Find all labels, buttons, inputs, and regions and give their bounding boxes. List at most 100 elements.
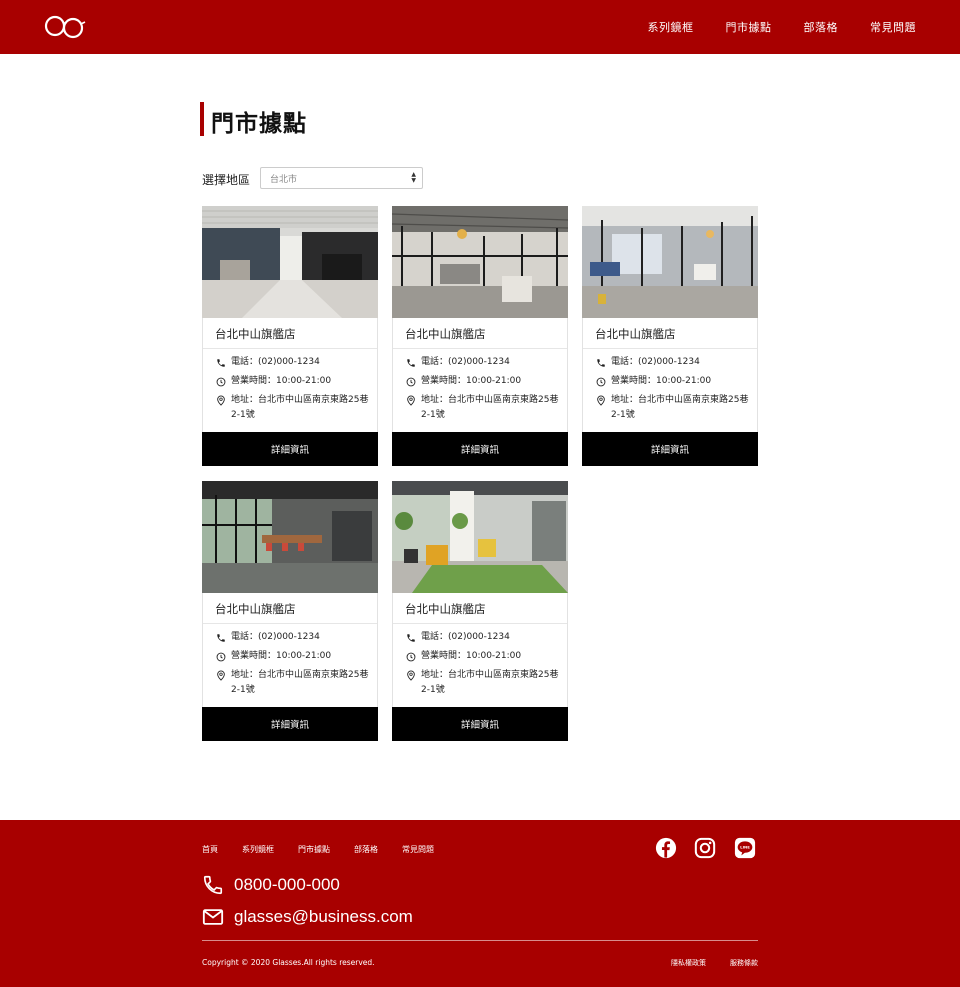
- store-hours: 營業時間：10:00-21:00: [405, 649, 561, 664]
- phone-icon: [405, 355, 416, 370]
- location-pin-icon: [215, 393, 226, 408]
- store-name: 台北中山旗艦店: [215, 327, 296, 341]
- page-title: 門市據點: [211, 111, 307, 137]
- region-select-value: 台北市: [270, 174, 298, 185]
- divider: [393, 623, 567, 624]
- store-name: 台北中山旗艦店: [595, 327, 676, 341]
- store-address-text: 地址：台北市中山區南京東路25巷2-1號: [231, 670, 369, 695]
- store-card: 台北中山旗艦店 電話：(02)000-1234 營業時間：10:00-21:00…: [392, 206, 568, 466]
- store-photo: [582, 206, 758, 318]
- title-accent-bar: [200, 102, 204, 136]
- store-hours: 營業時間：10:00-21:00: [215, 374, 371, 389]
- footer-nav: 首頁 系列鏡框 門市據點 部落格 常見問題: [202, 844, 434, 855]
- glasses-logo-icon[interactable]: [44, 14, 86, 40]
- store-photo: [202, 481, 378, 593]
- nav-item-blog[interactable]: 部落格: [804, 19, 839, 35]
- clock-icon: [595, 374, 606, 389]
- clock-icon: [405, 374, 416, 389]
- store-photo: [202, 206, 378, 318]
- footer-nav-stores[interactable]: 門市據點: [298, 844, 330, 855]
- location-pin-icon: [405, 668, 416, 683]
- footer-phone-text[interactable]: 0800-000-000: [234, 875, 340, 895]
- footer-email-text[interactable]: glasses@business.com: [234, 907, 413, 927]
- facebook-icon[interactable]: [655, 837, 677, 859]
- region-label: 選擇地區: [202, 173, 251, 187]
- location-pin-icon: [215, 668, 226, 683]
- phone-icon: [215, 355, 226, 370]
- store-hours-text: 營業時間：10:00-21:00: [231, 651, 332, 661]
- detail-button[interactable]: 詳細資訊: [582, 432, 758, 466]
- detail-button[interactable]: 詳細資訊: [392, 707, 568, 741]
- phone-icon: [405, 630, 416, 645]
- store-photo: [392, 206, 568, 318]
- detail-button[interactable]: 詳細資訊: [202, 707, 378, 741]
- divider: [203, 348, 377, 349]
- nav-item-faq[interactable]: 常見問題: [870, 19, 916, 35]
- store-hours-text: 營業時間：10:00-21:00: [611, 376, 712, 386]
- store-address: 地址：台北市中山區南京東路25巷2-1號: [215, 668, 371, 698]
- store-name: 台北中山旗艦店: [215, 602, 296, 616]
- store-card: 台北中山旗艦店 電話：(02)000-1234 營業時間：10:00-21:00…: [202, 481, 378, 741]
- store-photo: [392, 481, 568, 593]
- divider: [203, 623, 377, 624]
- store-hours: 營業時間：10:00-21:00: [215, 649, 371, 664]
- store-address: 地址：台北市中山區南京東路25巷2-1號: [405, 668, 561, 698]
- clock-icon: [405, 649, 416, 664]
- store-name: 台北中山旗艦店: [405, 327, 486, 341]
- line-icon[interactable]: LINE: [734, 837, 756, 859]
- clock-icon: [215, 374, 226, 389]
- mail-icon: [202, 909, 224, 925]
- phone-icon: [215, 630, 226, 645]
- svg-text:LINE: LINE: [740, 845, 750, 850]
- footer-nav-home[interactable]: 首頁: [202, 844, 218, 855]
- store-address: 地址：台北市中山區南京東路25巷2-1號: [215, 393, 371, 423]
- store-address-text: 地址：台北市中山區南京東路25巷2-1號: [421, 670, 559, 695]
- copyright-text: Copyright © 2020 Glasses.All rights rese…: [202, 958, 375, 967]
- footer-nav-frames[interactable]: 系列鏡框: [242, 844, 274, 855]
- footer-nav-faq[interactable]: 常見問題: [402, 844, 434, 855]
- store-phone-text: 電話：(02)000-1234: [231, 632, 320, 642]
- phone-icon: [595, 355, 606, 370]
- store-phone-text: 電話：(02)000-1234: [421, 357, 510, 367]
- store-hours-text: 營業時間：10:00-21:00: [421, 376, 522, 386]
- store-phone: 電話：(02)000-1234: [215, 630, 371, 645]
- store-card: 台北中山旗艦店 電話：(02)000-1234 營業時間：10:00-21:00…: [202, 206, 378, 466]
- store-hours: 營業時間：10:00-21:00: [595, 374, 751, 389]
- store-hours: 營業時間：10:00-21:00: [405, 374, 561, 389]
- store-address-text: 地址：台北市中山區南京東路25巷2-1號: [611, 395, 749, 420]
- detail-button[interactable]: 詳細資訊: [202, 432, 378, 466]
- nav-item-frames[interactable]: 系列鏡框: [648, 19, 694, 35]
- store-phone: 電話：(02)000-1234: [405, 355, 561, 370]
- main-nav: 系列鏡框 門市據點 部落格 常見問題: [648, 0, 917, 54]
- footer-nav-blog[interactable]: 部落格: [354, 844, 378, 855]
- store-address: 地址：台北市中山區南京東路25巷2-1號: [595, 393, 751, 423]
- store-hours-text: 營業時間：10:00-21:00: [231, 376, 332, 386]
- detail-button[interactable]: 詳細資訊: [392, 432, 568, 466]
- store-phone: 電話：(02)000-1234: [595, 355, 751, 370]
- privacy-policy-link[interactable]: 隱私權政策: [671, 958, 706, 968]
- nav-item-stores[interactable]: 門市據點: [726, 19, 772, 35]
- footer-phone: 0800-000-000: [202, 874, 340, 896]
- store-hours-text: 營業時間：10:00-21:00: [421, 651, 522, 661]
- location-pin-icon: [405, 393, 416, 408]
- select-arrows-icon: ▲ ▼: [411, 171, 416, 184]
- store-card: 台北中山旗艦店 電話：(02)000-1234 營業時間：10:00-21:00…: [582, 206, 758, 466]
- instagram-icon[interactable]: [694, 837, 716, 859]
- region-select[interactable]: 台北市 ▲ ▼: [260, 167, 423, 189]
- store-phone-text: 電話：(02)000-1234: [421, 632, 510, 642]
- legal-links: 隱私權政策 服務條款: [671, 958, 758, 968]
- divider: [393, 348, 567, 349]
- terms-of-service-link[interactable]: 服務條款: [730, 958, 758, 968]
- divider: [583, 348, 757, 349]
- store-phone-text: 電話：(02)000-1234: [611, 357, 700, 367]
- phone-icon: [203, 875, 223, 895]
- store-address: 地址：台北市中山區南京東路25巷2-1號: [405, 393, 561, 423]
- site-footer: 首頁 系列鏡框 門市據點 部落格 常見問題 LINE 0800-000-000 …: [0, 820, 960, 987]
- footer-divider: [202, 940, 758, 941]
- store-address-text: 地址：台北市中山區南京東路25巷2-1號: [421, 395, 559, 420]
- store-name: 台北中山旗艦店: [405, 602, 486, 616]
- location-pin-icon: [595, 393, 606, 408]
- clock-icon: [215, 649, 226, 664]
- site-header: 系列鏡框 門市據點 部落格 常見問題: [0, 0, 960, 54]
- store-address-text: 地址：台北市中山區南京東路25巷2-1號: [231, 395, 369, 420]
